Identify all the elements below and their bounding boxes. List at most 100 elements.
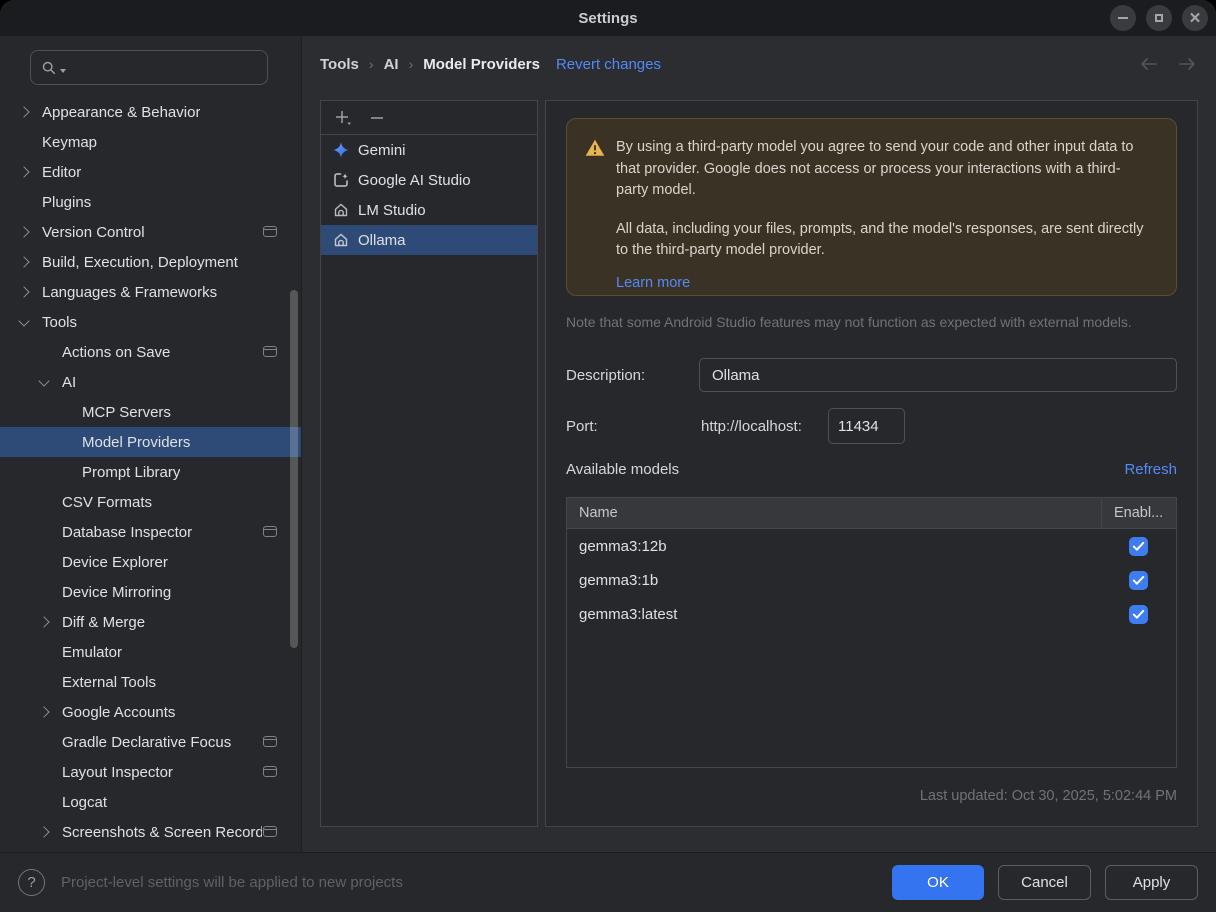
minimize-button[interactable] [1110,5,1136,31]
sidebar-item-tools[interactable]: Tools [0,307,301,337]
sidebar-item-label: AI [62,374,76,391]
close-button[interactable]: ✕ [1182,5,1208,31]
learn-more-link[interactable]: Learn more [616,275,690,291]
back-arrow-icon[interactable] [1138,56,1160,72]
breadcrumb-ai[interactable]: AI [384,56,399,73]
sidebar-item-csv-formats[interactable]: CSV Formats [0,487,301,517]
refresh-link[interactable]: Refresh [1124,461,1177,478]
sidebar-item-diff-merge[interactable]: Diff & Merge [0,607,301,637]
project-level-icon [263,346,277,357]
search-input[interactable] [69,59,259,77]
sidebar-item-label: Tools [42,314,77,331]
minus-icon [369,110,385,126]
table-row: gemma3:12b [567,529,1176,563]
close-icon: ✕ [1189,11,1202,26]
description-input[interactable] [699,358,1177,392]
providers-toolbar [321,101,537,135]
last-updated-text: Last updated: Oct 30, 2025, 5:02:44 PM [920,788,1177,804]
minimize-icon [1118,17,1128,19]
third-party-warning: By using a third-party model you agree t… [566,118,1177,296]
port-input[interactable] [828,408,905,444]
sidebar-item-screenshots-screen-recording[interactable]: Screenshots & Screen Recordi [0,817,301,847]
column-header-name[interactable]: Name [567,498,1101,528]
sidebar-item-label: Version Control [42,224,145,241]
sidebar-item-plugins[interactable]: Plugins [0,187,301,217]
chevron-right-icon [38,616,49,627]
warning-icon [585,139,605,157]
breadcrumb-tools[interactable]: Tools [320,56,359,73]
model-enabled-checkbox[interactable] [1129,537,1148,556]
sidebar-item-label: Screenshots & Screen Recordi [62,824,262,841]
sidebar-item-label: Gradle Declarative Focus [62,734,231,751]
project-level-icon [263,766,277,777]
sidebar-item-editor[interactable]: Editor [0,157,301,187]
remove-provider-button[interactable] [365,106,389,130]
ok-button[interactable]: OK [892,865,984,900]
cancel-button[interactable]: Cancel [998,865,1091,900]
breadcrumb-separator: › [409,56,414,72]
sidebar-item-device-mirroring[interactable]: Device Mirroring [0,577,301,607]
sidebar-item-mcp-servers[interactable]: MCP Servers [0,397,301,427]
dialog-footer: ? Project-level settings will be applied… [0,852,1216,912]
provider-item-ollama[interactable]: Ollama [321,225,537,255]
sidebar-item-label: Device Mirroring [62,584,171,601]
port-label: Port: [566,418,598,435]
chevron-right-icon [18,166,29,177]
sidebar-item-languages-frameworks[interactable]: Languages & Frameworks [0,277,301,307]
sidebar-item-gradle-declarative-focus[interactable]: Gradle Declarative Focus [0,727,301,757]
sidebar-item-layout-inspector[interactable]: Layout Inspector [0,757,301,787]
chevron-right-icon [18,256,29,267]
apply-button[interactable]: Apply [1105,865,1198,900]
column-header-enabled[interactable]: Enabl... [1101,498,1176,528]
titlebar[interactable]: Settings ✕ [0,0,1216,36]
sidebar-item-database-inspector[interactable]: Database Inspector [0,517,301,547]
sidebar-item-label: External Tools [62,674,156,691]
settings-content: Tools › AI › Model Providers Revert chan… [302,36,1216,852]
sidebar-item-version-control[interactable]: Version Control [0,217,301,247]
chevron-right-icon [18,286,29,297]
sidebar-item-actions-on-save[interactable]: Actions on Save [0,337,301,367]
checkmark-icon [1132,575,1145,586]
provider-detail-panel: By using a third-party model you agree t… [545,100,1198,827]
external-models-note: Note that some Android Studio features m… [566,314,1132,330]
window-title: Settings [578,10,637,27]
home-icon [333,232,349,248]
sidebar-scrollbar[interactable] [290,290,298,648]
model-enabled-checkbox[interactable] [1129,605,1148,624]
model-enabled-checkbox[interactable] [1129,571,1148,590]
provider-item-google-ai-studio[interactable]: Google AI Studio [321,165,537,195]
project-level-icon [263,226,277,237]
chevron-right-icon [18,106,29,117]
sidebar-item-label: Languages & Frameworks [42,284,217,301]
sidebar-item-logcat[interactable]: Logcat [0,787,301,817]
revert-changes-link[interactable]: Revert changes [556,56,661,73]
provider-item-label: LM Studio [358,202,426,219]
sidebar-item-build-execution-deployment[interactable]: Build, Execution, Deployment [0,247,301,277]
provider-item-gemini[interactable]: Gemini [321,135,537,165]
settings-window: Settings ✕ Appearance & Behavior Keymap … [0,0,1216,912]
models-table-header: Name Enabl... [567,498,1176,529]
add-provider-button[interactable] [331,106,355,130]
sidebar-item-label: Model Providers [82,434,190,451]
model-name: gemma3:1b [567,563,1101,597]
sidebar-item-device-explorer[interactable]: Device Explorer [0,547,301,577]
provider-item-label: Ollama [358,232,406,249]
sidebar-item-keymap[interactable]: Keymap [0,127,301,157]
sidebar-item-external-tools[interactable]: External Tools [0,667,301,697]
warning-paragraph-2: All data, including your files, prompts,… [616,219,1152,262]
sidebar-item-ai[interactable]: AI [0,367,301,397]
maximize-button[interactable] [1146,5,1172,31]
warning-paragraph-1: By using a third-party model you agree t… [616,137,1152,202]
sidebar-item-model-providers[interactable]: Model Providers [0,427,301,457]
sidebar-item-appearance-behavior[interactable]: Appearance & Behavior [0,97,301,127]
footer-hint: Project-level settings will be applied t… [61,874,403,891]
search-box[interactable] [30,50,268,85]
footer-buttons: OK Cancel Apply [892,865,1198,900]
chevron-right-icon [18,226,29,237]
forward-arrow-icon[interactable] [1176,56,1198,72]
sidebar-item-google-accounts[interactable]: Google Accounts [0,697,301,727]
help-button[interactable]: ? [18,869,45,896]
provider-item-lm-studio[interactable]: LM Studio [321,195,537,225]
sidebar-item-emulator[interactable]: Emulator [0,637,301,667]
sidebar-item-prompt-library[interactable]: Prompt Library [0,457,301,487]
